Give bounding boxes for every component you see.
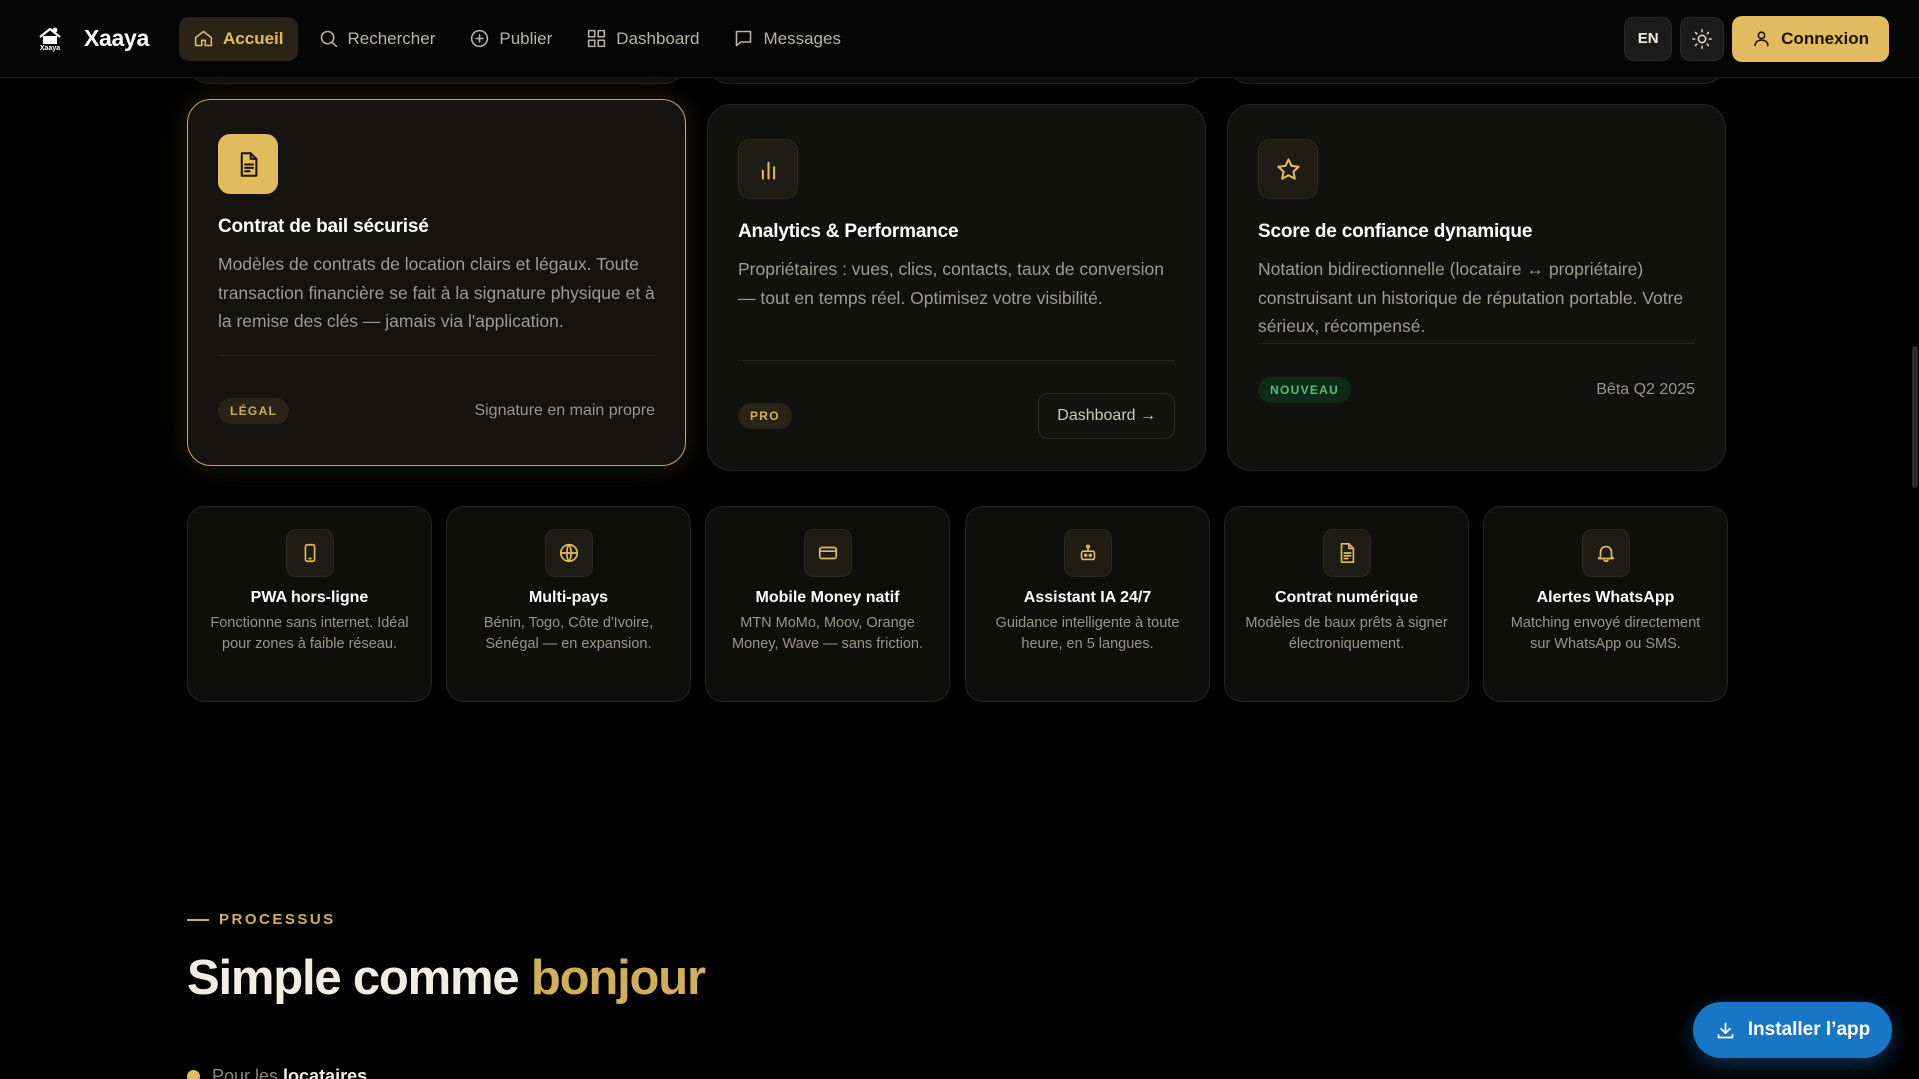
process-audience-tab[interactable]: Pour les locataires — [187, 1066, 367, 1079]
mini-feature-pwa: PWA hors-ligne Fonctionne sans internet.… — [187, 506, 432, 702]
feature-card-analytics[interactable]: Analytics & Performance Propriétaires : … — [707, 104, 1206, 471]
document-icon — [240, 151, 257, 177]
nav-item-messages[interactable]: Messages — [719, 17, 854, 61]
language-button[interactable]: EN — [1624, 16, 1673, 61]
section-title: Simple comme bonjour — [187, 950, 706, 1006]
star-icon — [1276, 157, 1300, 180]
home-icon — [194, 30, 213, 47]
mini-feature-mobile-money: Mobile Money natif MTN MoMo, Moov, Orang… — [705, 506, 950, 702]
mini-icon-box — [285, 529, 334, 577]
dashboard-link-button[interactable]: Dashboard → — [1038, 392, 1175, 439]
page-scrollbar[interactable] — [1911, 0, 1919, 1079]
audience-strong: locataires — [283, 1066, 368, 1079]
mini-feature-title: Mobile Money natif — [755, 589, 900, 606]
top-navbar: Xaaya Xaaya Accueil Rechercher Publier D… — [0, 0, 1919, 78]
eyebrow-dash — [187, 918, 209, 921]
nav-item-rechercher[interactable]: Rechercher — [304, 17, 450, 61]
search-icon — [320, 30, 337, 48]
feature-description: Propriétaires : vues, clics, contacts, t… — [738, 259, 1165, 308]
mini-icon-box — [1063, 529, 1112, 577]
mini-feature-contrat-numerique: Contrat numérique Modèles de baux prêts … — [1224, 506, 1469, 702]
audience-prefix: Pour les — [212, 1066, 284, 1079]
sun-icon — [1692, 28, 1713, 49]
mini-icon-box — [544, 529, 593, 577]
mini-icon-box — [803, 529, 852, 577]
login-button[interactable]: Connexion — [1732, 15, 1889, 62]
status-badge: NOUVEAU — [1258, 377, 1352, 403]
section-title-main: Simple comme — [187, 951, 531, 1005]
section-title-accent: bonjour — [530, 951, 706, 1005]
nav-item-dashboard[interactable]: Dashboard — [572, 17, 713, 61]
brand-name: Xaaya — [84, 25, 150, 51]
mini-feature-description: Guidance intelligente à toute heure, en … — [995, 615, 1180, 652]
robot-icon — [1080, 544, 1095, 561]
feature-footer-text: Bêta Q2 2025 — [1596, 381, 1695, 398]
status-badge: LÉGAL — [218, 397, 290, 424]
bell-icon — [1597, 545, 1614, 563]
mini-feature-description: Bénin, Togo, Côte d'Ivoire, Sénégal — en… — [483, 615, 654, 652]
nav-actions: EN Connexion — [1624, 15, 1889, 62]
feature-icon-box — [218, 134, 278, 194]
document-icon — [1340, 543, 1354, 563]
install-app-button[interactable]: Installer l’app — [1693, 1002, 1892, 1058]
mini-icon-box — [1322, 529, 1371, 577]
brand[interactable]: Xaaya Xaaya — [30, 19, 149, 59]
grid-icon — [588, 29, 606, 48]
nav-item-label: Dashboard — [616, 28, 700, 48]
feature-card-contrat[interactable]: Contrat de bail sécurisé Modèles de cont… — [187, 99, 686, 466]
message-icon — [736, 30, 752, 47]
mini-feature-description: Fonctionne sans internet. Idéal pour zon… — [210, 615, 409, 652]
feature-card-score[interactable]: Score de confiance dynamique Notation bi… — [1227, 104, 1726, 471]
mini-feature-title: Alertes WhatsApp — [1536, 589, 1675, 606]
status-badge: PRO — [738, 402, 792, 429]
user-icon — [1754, 31, 1769, 47]
feature-footer: NOUVEAU Bêta Q2 2025 — [1258, 343, 1695, 470]
nav-item-label: Rechercher — [347, 28, 436, 48]
feature-footer: LÉGAL Signature en main propre — [218, 355, 655, 465]
mini-feature-description: MTN MoMo, Moov, Orange Money, Wave — san… — [732, 615, 923, 652]
card-icon — [818, 546, 837, 560]
mini-feature-title: Assistant IA 24/7 — [1023, 589, 1152, 606]
section-eyebrow: PROCESSUS — [187, 911, 336, 928]
feature-description: Modèles de contrats de location clairs e… — [218, 254, 655, 331]
brand-logo-icon: Xaaya — [30, 19, 70, 59]
feature-footer: PRO Dashboard → — [738, 360, 1175, 470]
mini-feature-assistant-ia: Assistant IA 24/7 Guidance intelligente … — [965, 506, 1210, 702]
nav-item-label: Publier — [499, 28, 553, 48]
mini-feature-description: Modèles de baux prêts à signer électroni… — [1245, 615, 1448, 652]
download-icon — [1717, 1022, 1734, 1038]
feature-title: Analytics & Performance — [738, 221, 959, 242]
nav-items: Accueil Rechercher Publier Dashboard Mes… — [179, 16, 855, 61]
scrollbar-thumb[interactable] — [1912, 346, 1918, 488]
mini-icon-box — [1581, 529, 1630, 577]
nav-item-label: Accueil — [223, 28, 284, 48]
mini-feature-title: Multi-pays — [528, 589, 609, 606]
feature-icon-box — [1258, 139, 1318, 199]
eyebrow-label: PROCESSUS — [219, 911, 336, 928]
install-label: Installer l’app — [1747, 1019, 1871, 1040]
plus-circle-icon — [471, 29, 489, 48]
bar-chart-icon — [761, 161, 775, 180]
mini-feature-multi-pays: Multi-pays Bénin, Togo, Côte d'Ivoire, S… — [446, 506, 691, 702]
feature-icon-box — [738, 139, 798, 199]
theme-toggle-button[interactable] — [1680, 16, 1725, 61]
mini-feature-description: Matching envoyé directement sur WhatsApp… — [1510, 615, 1701, 652]
globe-icon — [559, 543, 578, 563]
feature-description: Notation bidirectionnelle (locataire ↔ p… — [1258, 259, 1684, 336]
mini-feature-alertes-whatsapp: Alertes WhatsApp Matching envoyé directe… — [1483, 506, 1728, 702]
mini-feature-title: Contrat numérique — [1274, 589, 1419, 606]
nav-item-accueil[interactable]: Accueil — [179, 16, 298, 61]
feature-footer-text: Signature en main propre — [474, 401, 655, 419]
mini-feature-title: PWA hors-ligne — [250, 589, 369, 606]
phone-icon — [304, 543, 315, 563]
brand-logo-text: Xaaya — [39, 45, 61, 52]
audience-dot — [187, 1070, 200, 1079]
nav-item-label: Messages — [763, 28, 841, 48]
nav-item-publier[interactable]: Publier — [455, 17, 566, 61]
feature-title: Contrat de bail sécurisé — [218, 216, 429, 237]
login-label: Connexion — [1781, 28, 1869, 48]
feature-title: Score de confiance dynamique — [1258, 221, 1533, 242]
